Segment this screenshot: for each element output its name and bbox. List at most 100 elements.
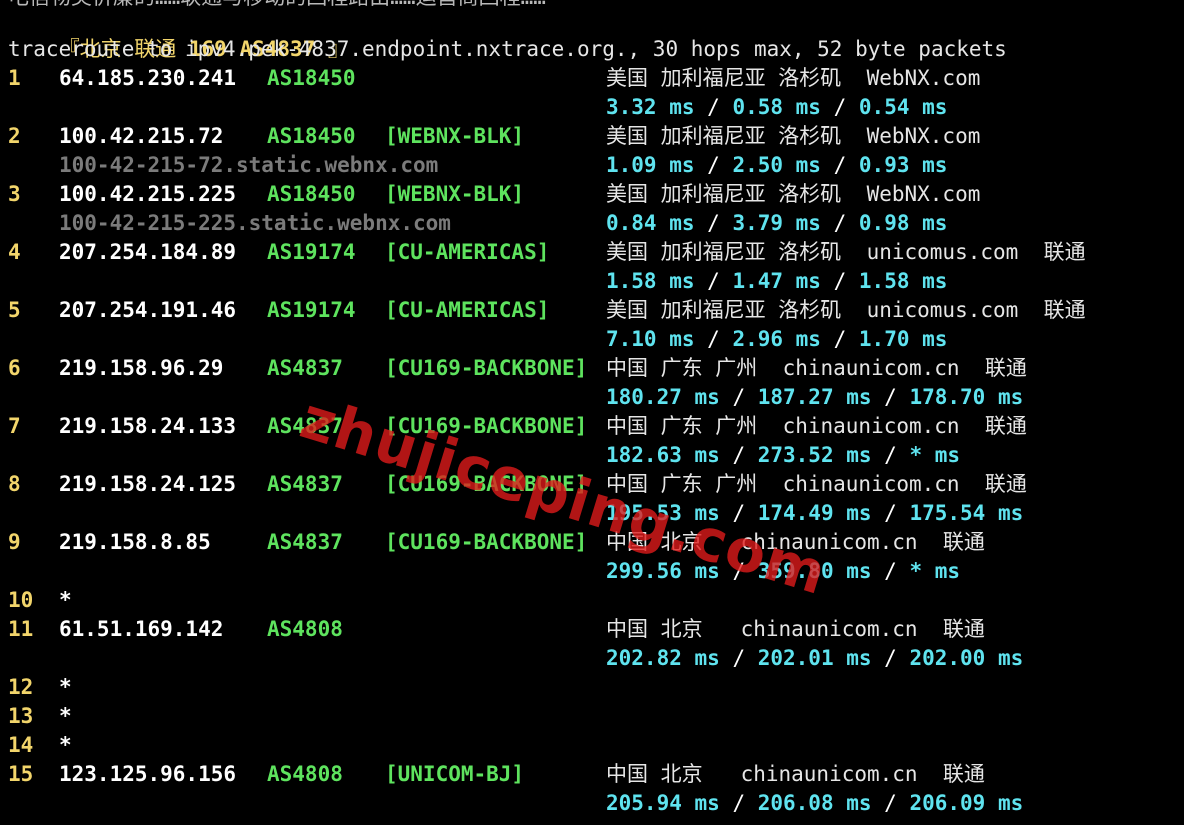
hop-rtt: 1.09 ms / 2.50 ms / 0.93 ms — [606, 151, 947, 180]
hop-rtt: 299.56 ms / 359.80 ms / * ms — [606, 557, 960, 586]
hop-timeout: * — [59, 675, 72, 699]
rtt-value: 178.70 ms — [909, 385, 1024, 409]
hop-rtt: 7.10 ms / 2.96 ms / 1.70 ms — [606, 325, 947, 354]
rtt-separator: / — [871, 501, 910, 525]
rtt-value: 0.54 ms — [858, 95, 948, 119]
hop-number: 2 — [8, 124, 21, 148]
hop-asn: AS4808 — [267, 762, 343, 786]
hop-ip: 219.158.96.29 — [59, 356, 224, 380]
hop-number: 12 — [8, 675, 34, 699]
rtt-value: 1.47 ms — [732, 269, 821, 293]
rtt-value: 0.84 ms — [606, 211, 695, 235]
rtt-separator: / — [871, 385, 910, 409]
hop-ip: 100.42.215.225 — [59, 182, 237, 206]
rtt-separator: / — [694, 95, 733, 119]
rtt-value: 195.53 ms — [606, 501, 720, 525]
hop-asn: AS4837 — [267, 472, 343, 496]
rtt-value: 2.50 ms — [732, 153, 821, 177]
hop-number: 1 — [8, 66, 21, 90]
rtt-value: 180.27 ms — [606, 385, 720, 409]
hop-number: 11 — [8, 617, 34, 641]
hop-network-tag: [CU169-BACKBONE] — [385, 414, 588, 438]
rtt-separator: / — [694, 153, 733, 177]
hop-asn: AS19174 — [267, 298, 356, 322]
hop-number: 4 — [8, 240, 21, 264]
hop-geo-location: 中国 北京 chinaunicom.cn 联通 — [606, 762, 985, 786]
rtt-separator: / — [719, 501, 758, 525]
rtt-separator: / — [694, 327, 733, 351]
hop-geo-location: 美国 加利福尼亚 洛杉矶 WebNX.com — [606, 66, 981, 90]
rtt-value: 1.09 ms — [606, 153, 695, 177]
hop-rtt: 3.32 ms / 0.58 ms / 0.54 ms — [606, 93, 947, 122]
hop-timeout: * — [59, 733, 72, 757]
hop-geo-location: 美国 加利福尼亚 洛杉矶 WebNX.com — [606, 182, 981, 206]
rtt-separator: / — [694, 269, 733, 293]
hop-reverse-dns: 100-42-215-72.static.webnx.com — [59, 153, 439, 177]
rtt-value: 3.79 ms — [732, 211, 821, 235]
rtt-separator: / — [719, 791, 758, 815]
rtt-value: * ms — [909, 559, 961, 583]
rtt-value: 0.58 ms — [732, 95, 821, 119]
rtt-separator: / — [820, 153, 859, 177]
hop-timeout: * — [59, 588, 72, 612]
hop-ip: 219.158.8.85 — [59, 530, 211, 554]
hop-number: 9 — [8, 530, 21, 554]
hop-asn: AS4837 — [267, 414, 343, 438]
rtt-separator: / — [820, 95, 859, 119]
rtt-value: 1.58 ms — [858, 269, 948, 293]
hop-asn: AS4837 — [267, 530, 343, 554]
rtt-value: 0.98 ms — [858, 211, 948, 235]
hop-number: 14 — [8, 733, 34, 757]
hop-network-tag: [CU169-BACKBONE] — [385, 356, 588, 380]
rtt-value: 7.10 ms — [606, 327, 695, 351]
rtt-value: 182.63 ms — [606, 443, 720, 467]
hop-rtt: 195.53 ms / 174.49 ms / 175.54 ms — [606, 499, 1023, 528]
hop-number: 7 — [8, 414, 21, 438]
hop-rtt: 202.82 ms / 202.01 ms / 202.00 ms — [606, 644, 1023, 673]
hop-geo-location: 中国 广东 广州 chinaunicom.cn 联通 — [606, 356, 1027, 380]
hop-ip: 100.42.215.72 — [59, 124, 224, 148]
hop-ip: 123.125.96.156 — [59, 762, 237, 786]
rtt-separator: / — [719, 443, 758, 467]
rtt-value: 202.01 ms — [757, 646, 872, 670]
hop-number: 3 — [8, 182, 21, 206]
hop-network-tag: [CU-AMERICAS] — [385, 298, 550, 322]
hop-network-tag: [CU169-BACKBONE] — [385, 530, 588, 554]
hop-number: 8 — [8, 472, 21, 496]
rtt-value: 175.54 ms — [909, 501, 1024, 525]
rtt-value: 1.58 ms — [606, 269, 695, 293]
hop-reverse-dns: 100-42-215-225.static.webnx.com — [59, 211, 451, 235]
rtt-value: 359.80 ms — [757, 559, 872, 583]
hop-network-tag: [WEBNX-BLK] — [385, 124, 525, 148]
hop-rtt: 205.94 ms / 206.08 ms / 206.09 ms — [606, 789, 1023, 818]
hop-geo-location: 美国 加利福尼亚 洛杉矶 WebNX.com — [606, 124, 981, 148]
hop-number: 10 — [8, 588, 34, 612]
rtt-separator: / — [820, 327, 859, 351]
rtt-separator: / — [694, 211, 733, 235]
hop-ip: 64.185.230.241 — [59, 66, 237, 90]
hop-number: 13 — [8, 704, 34, 728]
rtt-value: 0.93 ms — [858, 153, 948, 177]
hop-ip: 219.158.24.125 — [59, 472, 237, 496]
rtt-value: 202.82 ms — [606, 646, 720, 670]
rtt-value: 174.49 ms — [757, 501, 872, 525]
hop-network-tag: [WEBNX-BLK] — [385, 182, 525, 206]
rtt-separator: / — [871, 443, 910, 467]
terminal-window[interactable]: 电信物美价廉的……联通与移动的回程路由……运营商回程…… 『北京 联通 169 … — [0, 0, 1184, 825]
rtt-value: 187.27 ms — [757, 385, 872, 409]
hop-geo-location: 美国 加利福尼亚 洛杉矶 unicomus.com 联通 — [606, 298, 1086, 322]
hop-timeout: * — [59, 704, 72, 728]
rtt-value: 3.32 ms — [606, 95, 695, 119]
rtt-separator: / — [871, 791, 910, 815]
rtt-separator: / — [719, 559, 758, 583]
hop-geo-location: 中国 北京 chinaunicom.cn 联通 — [606, 530, 985, 554]
rtt-value: 205.94 ms — [606, 791, 720, 815]
hop-rtt: 1.58 ms / 1.47 ms / 1.58 ms — [606, 267, 947, 296]
hop-number: 6 — [8, 356, 21, 380]
traceroute-command-line: traceroute to ipv4.pek-4837.endpoint.nxt… — [8, 37, 1007, 61]
hop-asn: AS18450 — [267, 66, 356, 90]
hop-network-tag: [UNICOM-BJ] — [385, 762, 525, 786]
rtt-separator: / — [871, 559, 910, 583]
rtt-value: 2.96 ms — [732, 327, 821, 351]
hop-ip: 207.254.191.46 — [59, 298, 237, 322]
